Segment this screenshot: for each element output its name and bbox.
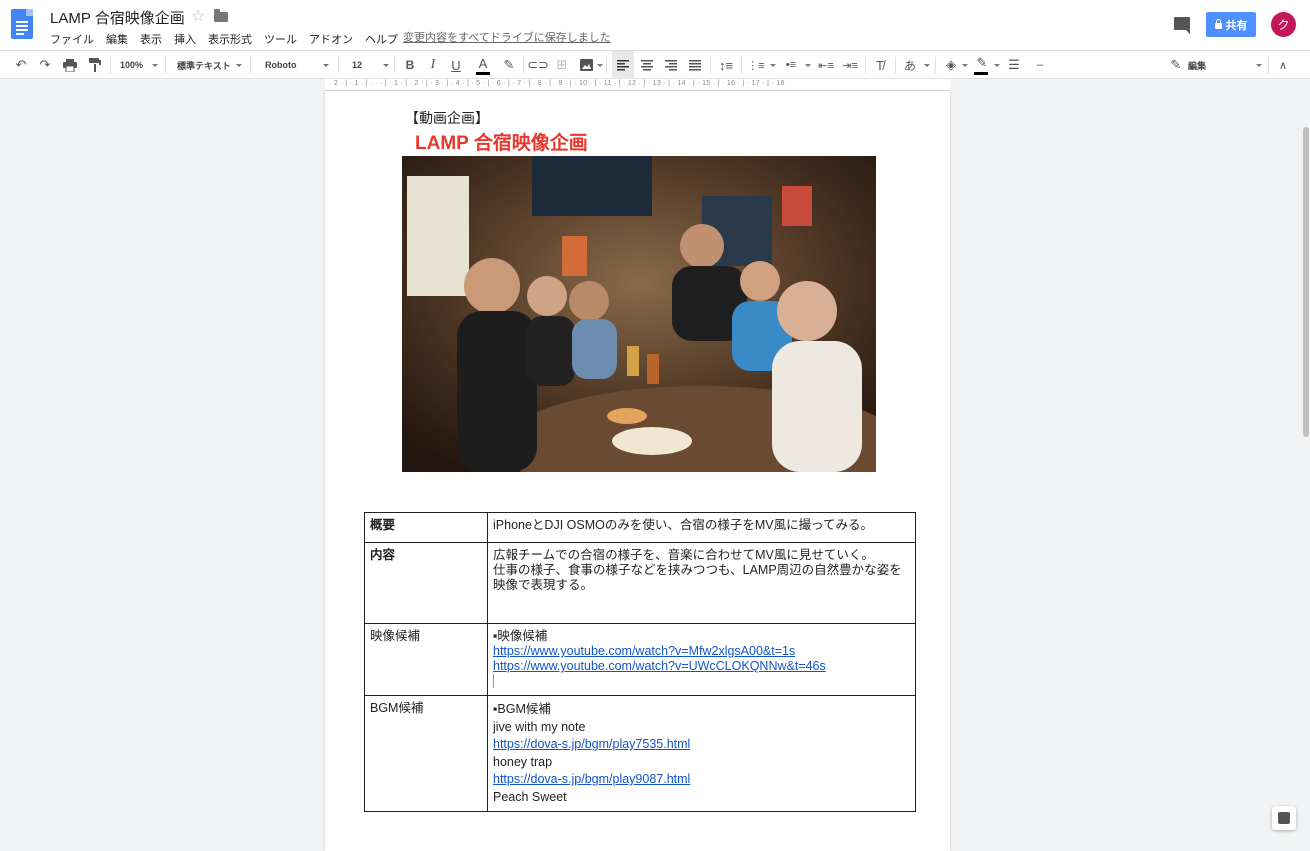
bulleted-list-icon[interactable]: •≡ [781, 51, 801, 79]
title-bar: LAMP 合宿映像企画 ☆ ファイル 編集 表示 挿入 表示形式 ツール アドオ… [0, 0, 1310, 50]
table-key-cell[interactable]: 内容 [364, 542, 488, 624]
print-icon[interactable] [60, 51, 80, 79]
plan-table[interactable]: 概要 iPhoneとDJI OSMOのみを使い、合宿の様子をMV風に撮ってみる。… [364, 512, 916, 812]
table-key-cell[interactable]: BGM候補 [364, 695, 488, 812]
video-link[interactable]: https://www.youtube.com/watch?v=UWcCLOKQ… [493, 659, 910, 674]
line-spacing-icon[interactable]: ↕≡ [716, 51, 736, 79]
underline-button[interactable]: U [447, 51, 465, 79]
zoom-select[interactable]: 100% [120, 51, 143, 79]
table-key-cell[interactable]: 映像候補 [364, 623, 488, 696]
toolbar: ↶ ↷ 100% 標準テキスト Roboto 12 B I U A ✎ ⊂⊃ ⊞… [0, 50, 1310, 79]
font-select[interactable]: Roboto [265, 51, 297, 79]
explore-button[interactable] [1272, 806, 1296, 830]
share-button[interactable]: 共有 [1206, 12, 1256, 37]
align-center-icon[interactable] [637, 51, 657, 79]
text-cursor [493, 674, 494, 688]
heading-small: 【動画企画】 [405, 110, 489, 126]
ruler-track: · 2 · | · 1 · | · · · | · 1 · | · 2 · | … [325, 79, 950, 91]
song-title: honey trap [493, 754, 553, 769]
image-icon[interactable] [577, 51, 595, 79]
border-color-icon[interactable]: ✎ [971, 51, 993, 79]
share-label: 共有 [1225, 19, 1248, 32]
edit-mode-icon[interactable]: ✎ [1168, 51, 1184, 79]
decrease-indent-icon[interactable]: ⇤≡ [816, 51, 836, 79]
bold-button[interactable]: B [401, 51, 419, 79]
document-title[interactable]: LAMP 合宿映像企画 [50, 7, 185, 28]
folder-icon[interactable] [214, 9, 228, 22]
scrollbar-thumb[interactable] [1303, 127, 1309, 437]
table-key-cell[interactable]: 概要 [364, 512, 488, 543]
explore-icon [1278, 812, 1290, 824]
content-line: 仕事の様子、食事の様子などを挟みつつも、LAMP周辺の自然豊かな姿を映像で表現す… [493, 563, 902, 592]
star-icon[interactable]: ☆ [191, 6, 205, 26]
collapse-menu-icon[interactable]: ∧ [1274, 51, 1292, 79]
table-value-cell[interactable]: ▪BGM候補 jive with my note https://dova-s.… [487, 695, 916, 812]
font-size-select[interactable]: 12 [352, 51, 362, 79]
fill-color-icon[interactable]: ◈ [941, 51, 961, 79]
style-select[interactable]: 標準テキスト [177, 51, 231, 79]
song-title: jive with my note [493, 719, 586, 734]
link-icon[interactable]: ⊂⊃ [527, 51, 549, 79]
bgm-link[interactable]: https://dova-s.jp/bgm/play7535.html [493, 736, 910, 754]
text-color-button[interactable]: A [472, 51, 494, 79]
table-value-cell[interactable]: 広報チームでの合宿の様子を、音楽に合わせてMV風に見せていく。 仕事の様子、食事… [487, 542, 916, 624]
align-justify-icon[interactable] [685, 51, 705, 79]
lock-icon [1214, 19, 1222, 29]
docs-logo-icon[interactable] [11, 9, 33, 39]
input-tools-button[interactable]: あ [900, 51, 920, 79]
menu-edit[interactable]: 編集 [106, 31, 128, 47]
border-width-icon[interactable]: ☰ [1004, 51, 1024, 79]
clear-formatting-icon[interactable]: T̸ [870, 51, 890, 79]
vertical-scrollbar[interactable] [1302, 91, 1310, 833]
avatar[interactable]: ク [1271, 12, 1296, 37]
table-row: 映像候補 ▪映像候補 https://www.youtube.com/watch… [364, 623, 916, 696]
team-photo-image[interactable] [402, 156, 876, 472]
border-dash-icon[interactable]: ┄ [1030, 51, 1050, 79]
ruler[interactable]: · 2 · | · 1 · | · · · | · 1 · | · 2 · | … [0, 79, 1310, 91]
numbered-list-icon[interactable]: ⋮≡ [746, 51, 766, 79]
content-line: 広報チームでの合宿の様子を、音楽に合わせてMV風に見せていく。 [493, 548, 874, 562]
table-row: 内容 広報チームでの合宿の様子を、音楽に合わせてMV風に見せていく。 仕事の様子… [364, 542, 916, 624]
menu-format[interactable]: 表示形式 [208, 31, 252, 47]
text-color-swatch [476, 72, 490, 75]
redo-icon[interactable]: ↷ [36, 51, 54, 79]
undo-icon[interactable]: ↶ [12, 51, 30, 79]
menu-bar: ファイル 編集 表示 挿入 表示形式 ツール アドオン ヘルプ [50, 31, 410, 47]
menu-insert[interactable]: 挿入 [174, 31, 196, 47]
align-right-icon[interactable] [661, 51, 681, 79]
increase-indent-icon[interactable]: ⇥≡ [840, 51, 860, 79]
menu-tools[interactable]: ツール [264, 31, 297, 47]
mode-select[interactable]: 編集 [1188, 51, 1206, 79]
text-color-label: A [478, 55, 488, 71]
highlight-icon[interactable]: ✎ [500, 51, 518, 79]
bgm-link[interactable]: https://dova-s.jp/bgm/play9087.html [493, 771, 910, 789]
menu-addons[interactable]: アドオン [309, 31, 353, 47]
bullet-label: ▪BGM候補 [493, 702, 551, 716]
align-left-icon[interactable] [612, 51, 634, 79]
menu-help[interactable]: ヘルプ [365, 31, 398, 47]
menu-view[interactable]: 表示 [140, 31, 162, 47]
document-page[interactable]: 【動画企画】 LAMP 合宿映像企画 概要 iPhoneとDJI OSMOのみを… [325, 91, 950, 851]
song-title: Peach Sweet [493, 789, 567, 804]
bullet-label: ▪映像候補 [493, 629, 548, 643]
ruler-numbers: · 2 · | · 1 · | · · · | · 1 · | · 2 · | … [329, 80, 790, 87]
italic-button[interactable]: I [424, 51, 442, 79]
table-value-cell[interactable]: iPhoneとDJI OSMOのみを使い、合宿の様子をMV風に撮ってみる。 [487, 512, 916, 543]
paint-format-icon[interactable] [86, 51, 104, 79]
table-value-cell[interactable]: ▪映像候補 https://www.youtube.com/watch?v=Mf… [487, 623, 916, 696]
comment-add-icon[interactable]: ⊞ [553, 51, 571, 79]
table-row: BGM候補 ▪BGM候補 jive with my note https://d… [364, 695, 916, 812]
video-link[interactable]: https://www.youtube.com/watch?v=Mfw2xlgs… [493, 644, 910, 659]
menu-file[interactable]: ファイル [50, 31, 94, 47]
table-row: 概要 iPhoneとDJI OSMOのみを使い、合宿の様子をMV風に撮ってみる。 [364, 512, 916, 543]
heading-big: LAMP 合宿映像企画 [415, 133, 588, 154]
save-status[interactable]: 変更内容をすべてドライブに保存しました [403, 29, 611, 45]
comments-icon[interactable] [1174, 17, 1190, 34]
